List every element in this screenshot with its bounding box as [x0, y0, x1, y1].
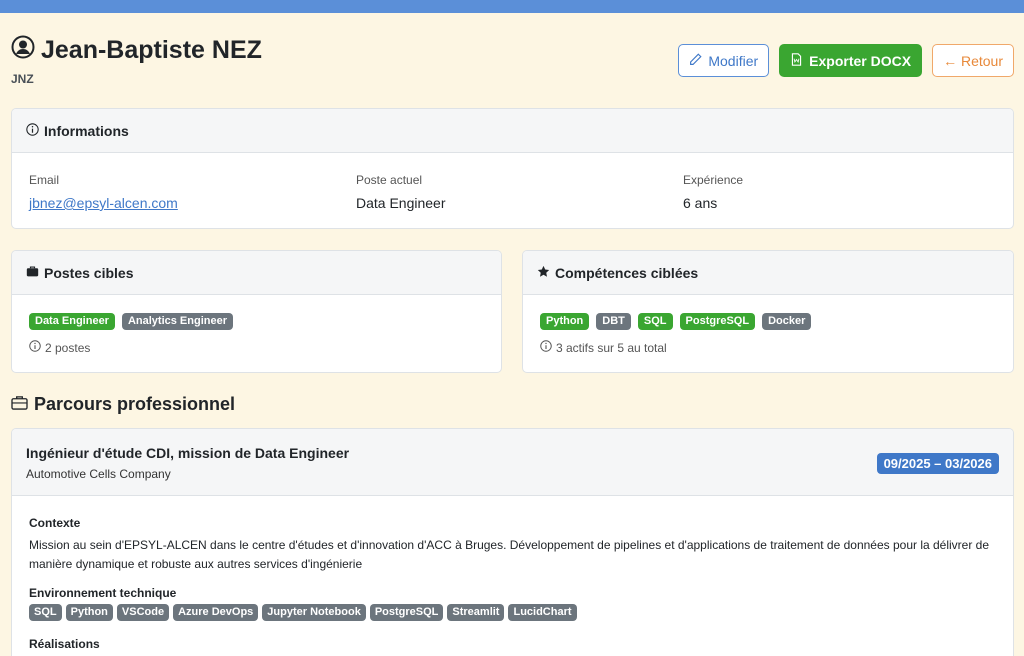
- experience-company: Automotive Cells Company: [26, 467, 171, 481]
- target-positions-card: Postes cibles Data Engineer Analytics En…: [11, 250, 502, 373]
- positions-count: 2 postes: [29, 340, 484, 355]
- skills-count: 3 actifs sur 5 au total: [540, 340, 996, 355]
- target-skills-card: Compétences ciblées Python DBT SQL Postg…: [522, 250, 1014, 373]
- info-circle-icon: [26, 122, 39, 139]
- context-label: Contexte: [29, 516, 81, 530]
- skill-tag: Docker: [762, 313, 812, 330]
- header-actions: Modifier Exporter DOCX ← Retour: [678, 44, 1014, 77]
- top-bar: [0, 0, 1024, 13]
- user-circle-icon: [11, 35, 35, 64]
- info-circle-icon: [29, 340, 41, 355]
- page-title: Jean-Baptiste NEZ: [41, 35, 262, 64]
- position-tag: Data Engineer: [29, 313, 115, 330]
- tech-tag: Jupyter Notebook: [262, 604, 366, 621]
- pencil-icon: [689, 52, 702, 69]
- briefcase-outline-icon: [11, 394, 28, 415]
- edit-button[interactable]: Modifier: [678, 44, 770, 77]
- word-file-icon: [790, 52, 803, 69]
- briefcase-icon: [26, 265, 39, 281]
- export-docx-button[interactable]: Exporter DOCX: [779, 44, 923, 77]
- experience-card: Ingénieur d'étude CDI, mission de Data E…: [11, 428, 1014, 656]
- informations-card: Informations Email jbnez@epsyl-alcen.com…: [11, 108, 1014, 229]
- current-position-field: Poste actuel Data Engineer: [356, 173, 446, 211]
- informations-header: Informations: [12, 109, 1013, 153]
- tech-tag: SQL: [29, 604, 62, 621]
- tech-tag: Python: [65, 604, 113, 621]
- experience-title: Ingénieur d'étude CDI, mission de Data E…: [26, 445, 350, 461]
- environment-label: Environnement technique: [29, 586, 177, 600]
- tech-tag: PostgreSQL: [369, 604, 444, 621]
- target-skills-header: Compétences ciblées: [523, 251, 1013, 295]
- context-text: Mission au sein d'EPSYL-ALCEN dans le ce…: [29, 538, 990, 571]
- skill-tag: DBT: [596, 313, 631, 330]
- achievements-label: Réalisations: [29, 637, 100, 651]
- position-tag: Analytics Engineer: [121, 313, 234, 330]
- date-badge: 09/2025 – 03/2026: [876, 453, 999, 474]
- star-icon: [537, 265, 550, 281]
- tech-tag: Azure DevOps: [173, 604, 259, 621]
- skill-tag: PostgreSQL: [679, 313, 756, 330]
- career-section-title: Parcours professionnel: [11, 394, 235, 415]
- profile-header: Jean-Baptiste NEZ JNZ Modifier Exporter …: [11, 35, 1014, 90]
- email-link[interactable]: jbnez@epsyl-alcen.com: [29, 195, 178, 211]
- experience-header: Ingénieur d'étude CDI, mission de Data E…: [12, 429, 1013, 496]
- back-button[interactable]: ← Retour: [932, 44, 1014, 77]
- tech-tag: Streamlit: [447, 604, 505, 621]
- skill-tag: SQL: [637, 313, 673, 330]
- tech-tag: LucidChart: [508, 604, 577, 621]
- email-field: Email jbnez@epsyl-alcen.com: [29, 173, 178, 211]
- skill-tag: Python: [540, 313, 590, 330]
- environment-tags: SQL Python VSCode Azure DevOps Jupyter N…: [29, 604, 996, 621]
- target-positions-header: Postes cibles: [12, 251, 501, 295]
- experience-field: Expérience 6 ans: [683, 173, 744, 211]
- tech-tag: VSCode: [116, 604, 170, 621]
- info-circle-icon: [540, 340, 552, 355]
